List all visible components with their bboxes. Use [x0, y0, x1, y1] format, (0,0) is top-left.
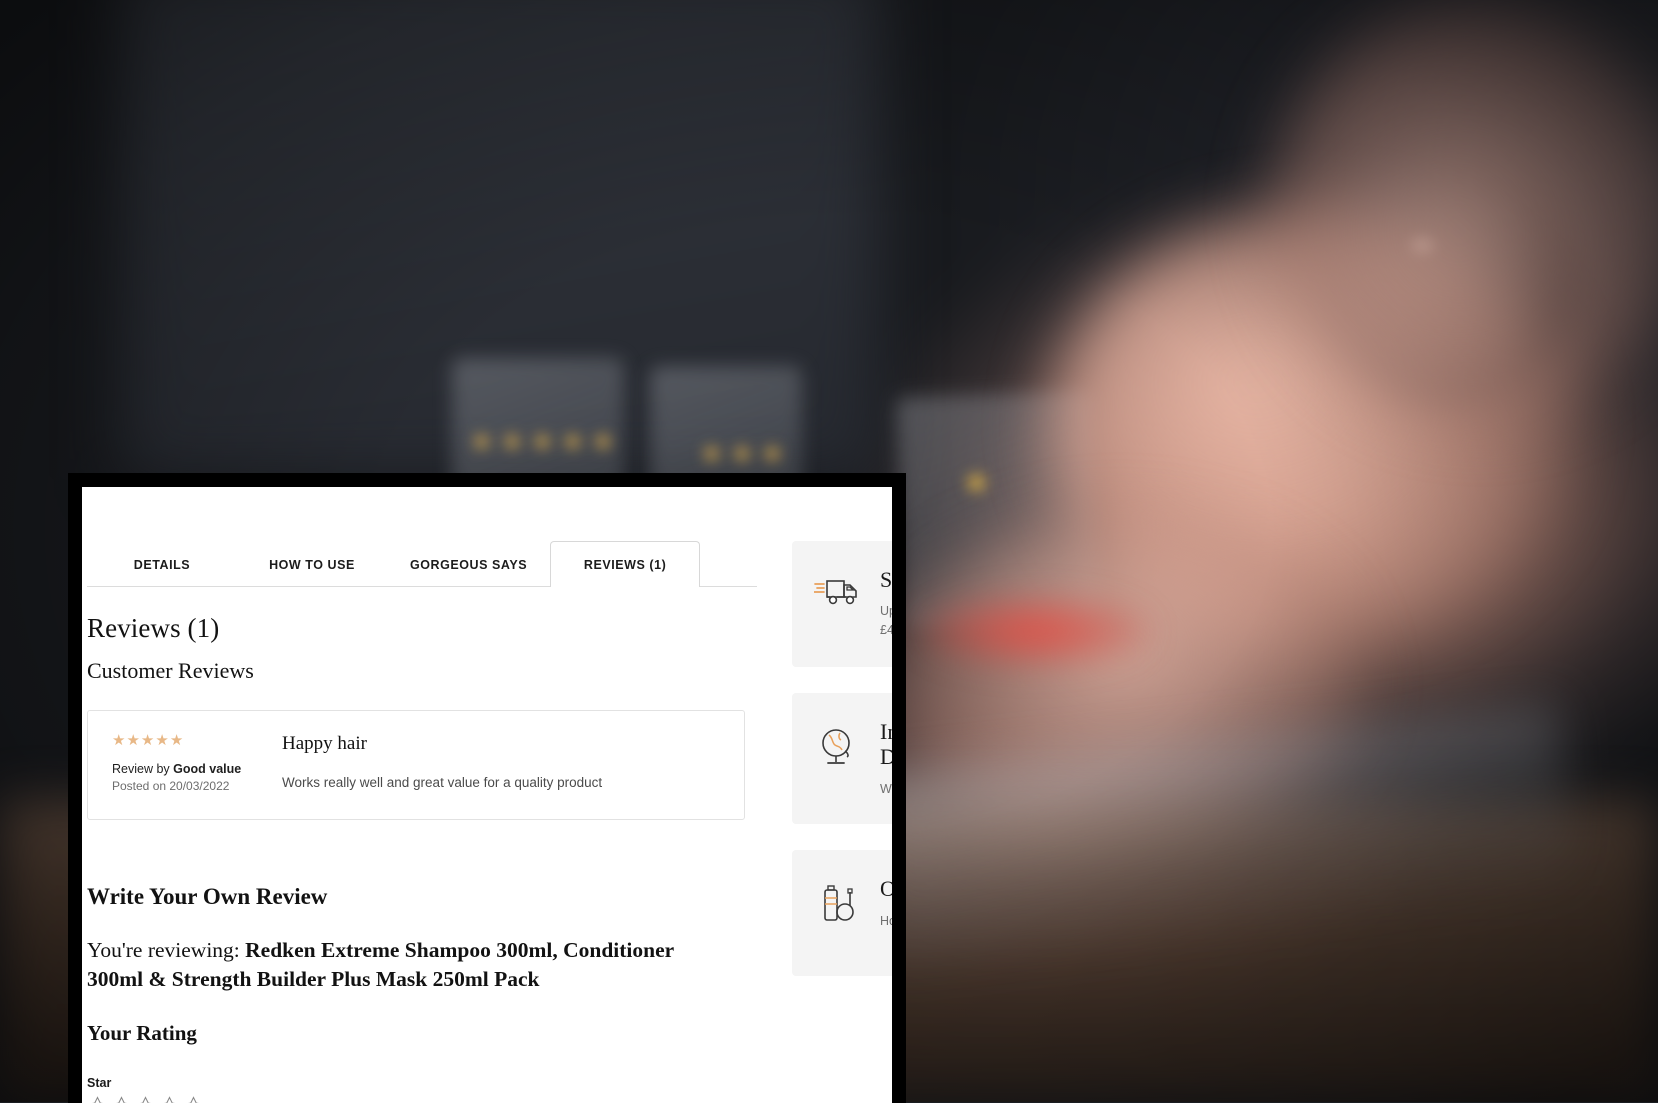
- tab-gorgeous-says-label: GORGEOUS SAYS: [410, 558, 527, 572]
- review-meta: ★★★★★ Review by Good value Posted on 20/…: [112, 733, 277, 793]
- promo-desc-line1: Home of the best brands: [880, 912, 892, 931]
- product-tabs: DETAILS HOW TO USE GORGEOUS SAYS REVIEWS…: [87, 517, 757, 587]
- tab-reviews-label: REVIEWS (1): [584, 558, 666, 572]
- star-filled-icon: ★: [155, 733, 168, 748]
- promo-panels: Special Free Delivery Upgrade your deliv…: [792, 541, 892, 1002]
- page-content: DETAILS HOW TO USE GORGEOUS SAYS REVIEWS…: [82, 487, 892, 1103]
- tab-how-to-use-label: HOW TO USE: [269, 558, 355, 572]
- delivery-truck-icon: [814, 575, 862, 609]
- promo-desc-line2: £4.49*: [880, 621, 892, 640]
- promo-title: Special Free Delivery: [880, 567, 892, 592]
- review-rating-stars: ★★★★★: [112, 733, 277, 748]
- tab-how-to-use[interactable]: HOW TO USE: [237, 541, 387, 587]
- promo-over-8000-products[interactable]: Over 8000 Products Home of the best bran…: [792, 850, 892, 976]
- tab-reviews[interactable]: REVIEWS (1): [550, 541, 700, 587]
- page-viewport: DETAILS HOW TO USE GORGEOUS SAYS REVIEWS…: [82, 487, 892, 1103]
- promo-desc-line1: We ship worldwide: [880, 780, 892, 799]
- reviewing-product-line: You're reviewing: Redken Extreme Shampoo…: [87, 936, 727, 993]
- promo-title: Over 8000 Products: [880, 876, 892, 901]
- reviewing-prefix: You're reviewing:: [87, 938, 240, 962]
- review-author: Review by Good value: [112, 762, 277, 776]
- tab-list: DETAILS HOW TO USE GORGEOUS SAYS REVIEWS…: [87, 541, 757, 587]
- star-filled-icon: ★: [170, 733, 183, 748]
- review-title: Happy hair: [282, 733, 720, 755]
- star-filled-icon: ★: [112, 733, 125, 748]
- star-field-label: Star: [87, 1076, 892, 1090]
- review-by-prefix: Review by: [112, 762, 173, 776]
- promo-desc-line1: Upgrade your delivery for only: [880, 602, 892, 621]
- star-filled-icon: ★: [126, 733, 139, 748]
- review-date: Posted on 20/03/2022: [112, 779, 277, 793]
- review-item: ★★★★★ Review by Good value Posted on 20/…: [87, 710, 745, 820]
- promo-text: International Distribution We ship world…: [880, 719, 892, 798]
- tab-details[interactable]: DETAILS: [87, 541, 237, 587]
- bottle-icon: [814, 884, 862, 924]
- promo-text: Over 8000 Products Home of the best bran…: [880, 876, 892, 930]
- browser-window: DETAILS HOW TO USE GORGEOUS SAYS REVIEWS…: [68, 473, 906, 1103]
- promo-special-free-delivery[interactable]: Special Free Delivery Upgrade your deliv…: [792, 541, 892, 667]
- tab-details-label: DETAILS: [134, 558, 190, 572]
- customer-reviews-heading: Customer Reviews: [87, 658, 892, 684]
- write-review-heading: Write Your Own Review: [87, 884, 892, 910]
- review-author-name: Good value: [173, 762, 241, 776]
- promo-title: International Distribution: [880, 719, 892, 770]
- globe-icon: [814, 727, 862, 767]
- promo-text: Special Free Delivery Upgrade your deliv…: [880, 567, 892, 640]
- review-text: Works really well and great value for a …: [282, 773, 720, 793]
- promo-international-distribution[interactable]: International Distribution We ship world…: [792, 693, 892, 824]
- star-filled-icon: ★: [141, 733, 154, 748]
- review-body: Happy hair Works really well and great v…: [277, 733, 720, 793]
- page-title: Reviews (1): [87, 613, 892, 644]
- tab-gorgeous-says[interactable]: GORGEOUS SAYS: [387, 541, 550, 587]
- your-rating-heading: Your Rating: [87, 1021, 892, 1046]
